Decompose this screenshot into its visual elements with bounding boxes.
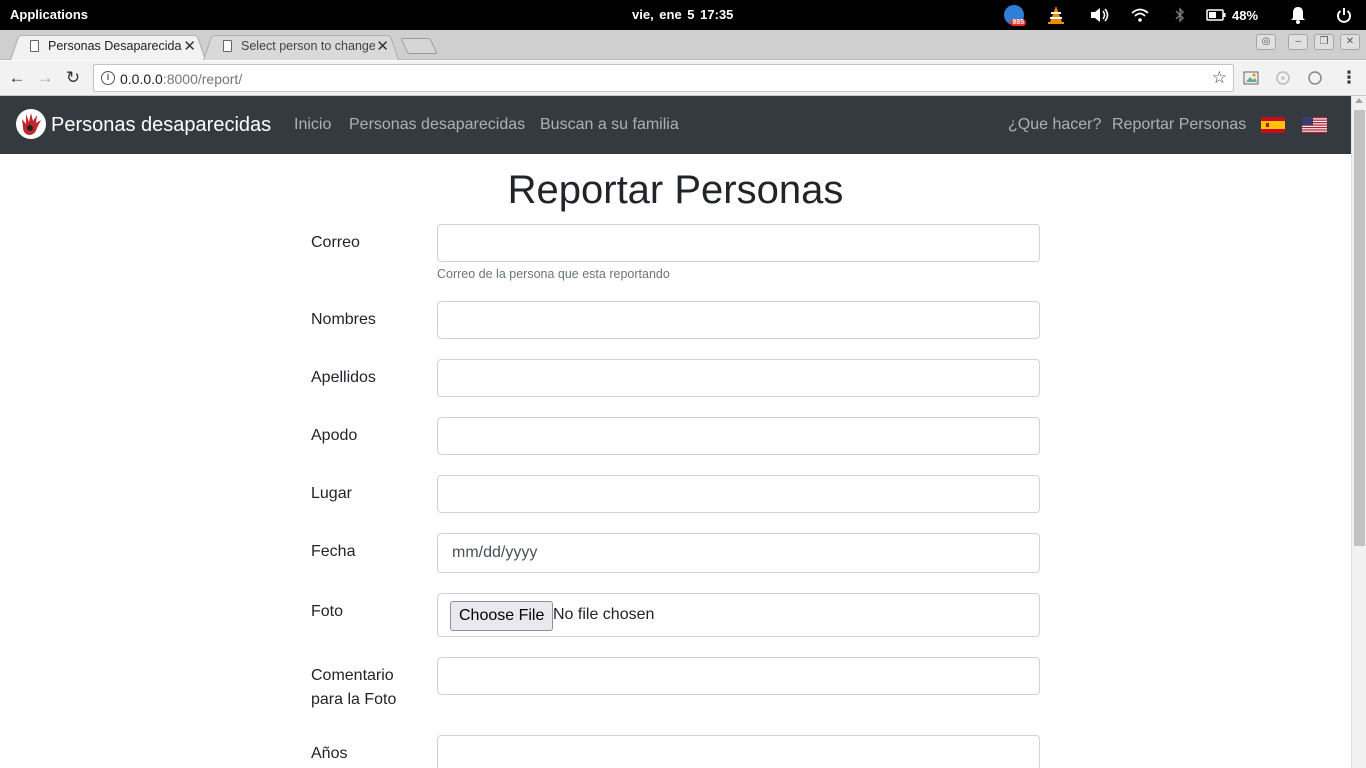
apodo-input[interactable] [437,417,1040,455]
fecha-date-input[interactable]: mm/dd/yyyy [437,533,1040,573]
notifications-bell-icon[interactable] [1286,0,1310,30]
back-icon[interactable]: ← [6,67,28,89]
foto-label: Foto [311,603,344,620]
page-icon [223,40,232,52]
comentario-label-line1: Comentario [311,667,394,684]
foto-file-input[interactable]: Choose File No file chosen [437,593,1040,637]
nav-personas-desaparecidas[interactable]: Personas desaparecidas [349,116,525,134]
applications-menu[interactable]: Applications [10,7,88,22]
comentario-input[interactable] [437,657,1040,695]
bookmark-star-icon[interactable]: ☆ [1212,68,1227,88]
battery-indicator[interactable]: 48% [1202,0,1262,30]
volume-icon[interactable] [1088,0,1112,30]
nombres-input[interactable] [437,301,1040,339]
battery-icon [1206,9,1226,21]
vlc-icon[interactable] [1044,0,1068,30]
app-badge-count: 985 [1010,19,1026,26]
page-icon [30,40,39,52]
address-bar[interactable]: i 0.0.0.0:8000/report/ ☆ [93,64,1234,92]
brand-name[interactable]: Personas desaparecidas [51,114,271,137]
tab-title: Personas Desaparecidas [48,39,182,53]
clock[interactable]: vie, ene 5 17:35 [632,7,733,22]
choose-file-button[interactable]: Choose File [450,601,554,631]
battery-percent: 48% [1231,7,1259,23]
nav-reportar-personas[interactable]: Reportar Personas [1112,116,1246,134]
correo-help-text: Correo de la persona que esta reportando [437,267,670,281]
usa-flag-icon[interactable] [1302,117,1327,133]
tab-title: Select person to change [241,39,375,53]
close-tab-icon[interactable]: ✕ [376,37,389,55]
anos-label: Años [311,745,348,762]
page-scrollbar[interactable] [1351,96,1366,768]
browser-toolbar: ← → ↻ i 0.0.0.0:8000/report/ ☆ ⋮ [0,61,1366,96]
fecha-label: Fecha [311,543,356,560]
new-tab-button[interactable] [400,38,438,54]
apellidos-label: Apellidos [311,369,376,386]
bluetooth-icon[interactable] [1170,0,1190,30]
comentario-label-line2: para la Foto [311,691,397,708]
nombres-label: Nombres [311,311,376,328]
power-icon[interactable] [1334,0,1354,30]
site-info-icon[interactable]: i [101,71,115,85]
browser-tab-strip: Personas Desaparecidas ✕ Select person t… [0,30,1366,60]
tab-select-person[interactable]: Select person to change ✕ [203,32,399,60]
scrollbar-thumb[interactable] [1354,110,1365,546]
brand-logo[interactable] [16,109,46,139]
date-placeholder: mm/dd/yyyy [452,544,538,561]
file-status-text: No file chosen [553,606,655,623]
menu-kebab-icon[interactable]: ⋮ [1338,67,1360,89]
reload-icon[interactable]: ↻ [62,67,84,89]
site-header: Personas desaparecidas Inicio Personas d… [0,96,1351,154]
scroll-up-icon[interactable] [1355,98,1363,103]
correo-input[interactable] [437,224,1040,262]
extension-icon[interactable] [1275,70,1291,86]
forward-icon[interactable]: → [34,67,56,89]
extension-icon[interactable] [1307,70,1323,86]
spain-flag-icon[interactable] [1261,117,1285,133]
lugar-input[interactable] [437,475,1040,513]
correo-label: Correo [311,234,360,251]
close-tab-icon[interactable]: ✕ [183,37,196,55]
url-text: 0.0.0.0:8000/report/ [120,71,243,87]
maximize-button[interactable]: ❐ [1314,34,1334,50]
apellidos-input[interactable] [437,359,1040,397]
os-top-bar: Applications vie, ene 5 17:35 985 48% [0,0,1366,30]
nav-que-hacer[interactable]: ¿Que hacer? [1008,116,1101,134]
nav-inicio[interactable]: Inicio [294,116,331,134]
profile-icon[interactable]: ◎ [1256,34,1276,50]
page-title: Reportar Personas [507,168,844,212]
image-extension-icon[interactable] [1243,70,1259,86]
wifi-icon[interactable] [1128,0,1152,30]
nav-buscan-a-su-familia[interactable]: Buscan a su familia [540,116,679,134]
anos-input[interactable] [437,735,1040,768]
apodo-label: Apodo [311,427,358,444]
lugar-label: Lugar [311,485,352,502]
tab-personas-desaparecidas[interactable]: Personas Desaparecidas ✕ [10,32,206,60]
minimize-button[interactable]: ‒ [1288,34,1308,50]
notification-app-icon[interactable]: 985 [1002,0,1026,30]
close-window-button[interactable]: ✕ [1340,34,1360,50]
